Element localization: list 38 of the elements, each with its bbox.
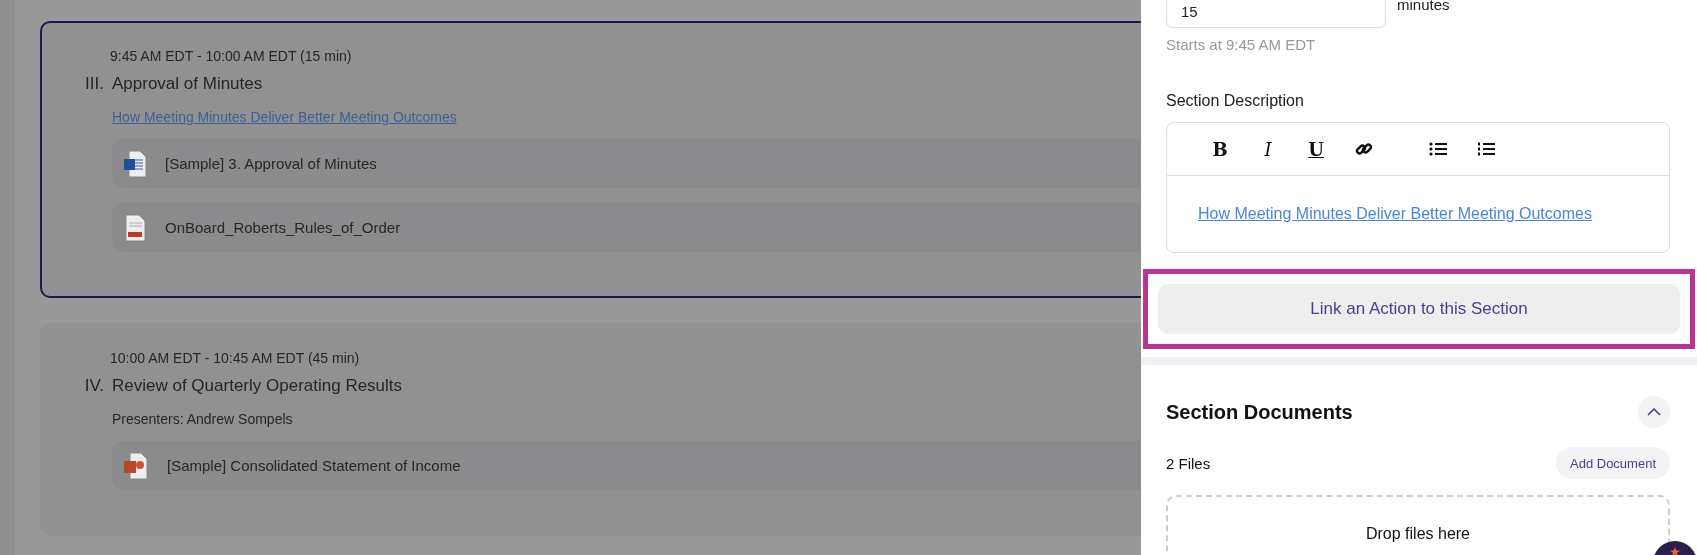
file-name: [Sample] Consolidated Statement of Income — [167, 457, 461, 474]
bulleted-list-icon — [1429, 142, 1447, 156]
drop-zone-text: Drop files here — [1365, 525, 1470, 544]
section-time: 9:45 AM EDT - 10:00 AM EDT (15 min) — [110, 47, 353, 66]
duration-unit: minutes — [1397, 0, 1450, 13]
file-row[interactable]: [Sample] Consolidated Statement of Income — [112, 441, 1141, 490]
presentation-document-icon — [123, 451, 149, 480]
chevron-icon — [1647, 408, 1661, 416]
bold-button[interactable]: B — [1209, 138, 1231, 160]
section-title: Approval of Minutes — [112, 73, 264, 95]
file-name: OnBoard_Roberts_Rules_of_Order — [165, 219, 401, 236]
section-time: 10:00 AM EDT - 10:45 AM EDT (45 min) — [110, 349, 361, 368]
section-number: IV. — [83, 375, 105, 397]
file-count: 2 Files — [1166, 454, 1211, 472]
documents-heading: Section Documents — [1166, 400, 1353, 424]
link-icon — [1355, 140, 1373, 158]
link-action-button[interactable]: Link an Action to this Section — [1158, 284, 1680, 334]
file-name: [Sample] 3. Approval of Minutes — [165, 155, 377, 172]
file-row[interactable]: OnBoard_Roberts_Rules_of_Order — [112, 203, 1141, 252]
start-time-hint: Starts at 9:45 AM EDT — [1166, 36, 1316, 53]
duration-field[interactable]: 15 — [1166, 0, 1386, 28]
file-row[interactable]: [Sample] 3. Approval of Minutes — [112, 139, 1141, 188]
collapse-button[interactable] — [1638, 396, 1670, 428]
underline-button[interactable]: U — [1305, 138, 1327, 160]
numbered-list-icon — [1477, 142, 1495, 156]
word-document-icon — [123, 149, 147, 178]
star-icon — [1670, 547, 1680, 555]
pdf-document-icon — [123, 213, 147, 242]
presenters-text: Presenters: Andrew Sompels — [112, 411, 293, 427]
description-label: Section Description — [1166, 92, 1304, 110]
description-editor[interactable]: B I U How Meeting Minutes Deliver Better Meeting Outcomes — [1166, 122, 1670, 253]
section-title: Review of Quarterly Operating Results — [112, 375, 404, 397]
description-link[interactable]: How Meeting Minutes Deliver Better Meeting Outcomes — [1198, 205, 1592, 223]
section-number: III. — [84, 73, 105, 95]
italic-button[interactable]: I — [1257, 138, 1279, 160]
agenda-section-card[interactable]: 9:45 AM EDT - 10:00 AM EDT (15 min) III. Approval of Minutes How Meeting Minutes Deliver Better Meeting Outcomes [Sample] 3. Approval of Minutes OnBoard_Roberts_Rules_of_Order — [40, 21, 1141, 298]
add-document-button[interactable]: Add Document — [1556, 447, 1670, 479]
agenda-section-card[interactable]: 10:00 AM EDT - 10:45 AM EDT (45 min) IV. Review of Quarterly Operating Results Presenters: Andrew Sompels [Sample] Consolidated Statement of Income — [40, 323, 1141, 536]
